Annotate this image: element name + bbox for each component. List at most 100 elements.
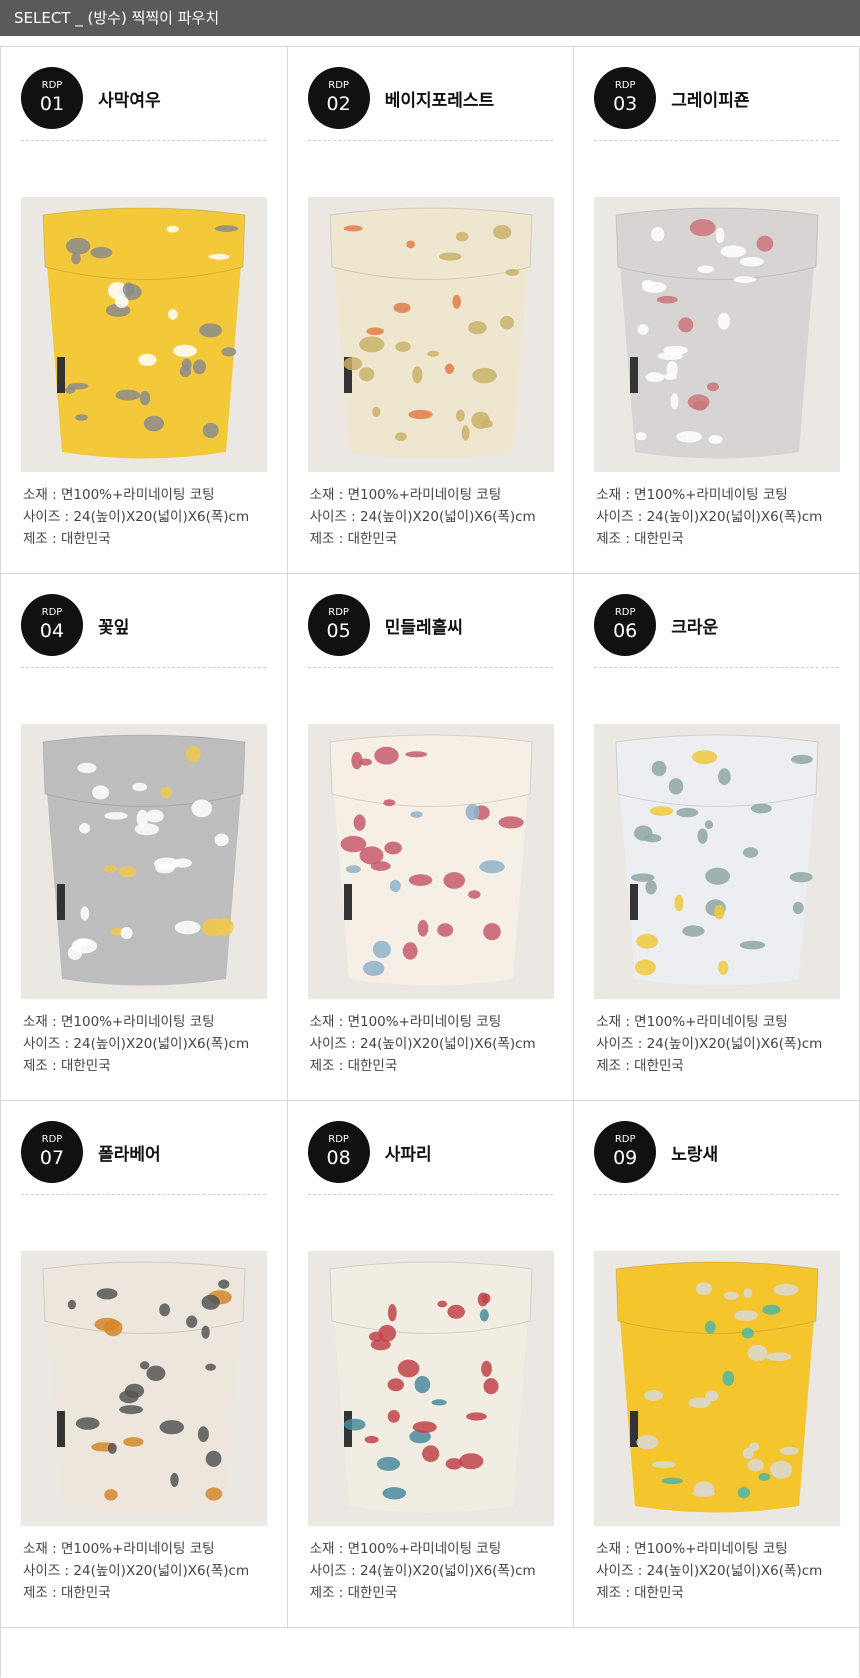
pattern-motif bbox=[365, 327, 384, 336]
product-heading: RDP 09 노랑새 bbox=[594, 1121, 840, 1183]
pattern-motif bbox=[104, 812, 128, 820]
pattern-motif bbox=[358, 367, 374, 382]
spec-origin: 제조 : 대한민국 bbox=[23, 531, 111, 547]
pattern-motif bbox=[664, 373, 677, 380]
pattern-motif bbox=[637, 324, 649, 335]
pattern-motif bbox=[205, 1363, 216, 1371]
pattern-motif bbox=[404, 751, 427, 758]
pattern-motif bbox=[387, 1378, 404, 1392]
spec-origin: 제조 : 대한민국 bbox=[596, 531, 684, 547]
product-photo[interactable] bbox=[21, 724, 267, 999]
pattern-motif bbox=[193, 359, 206, 375]
pattern-motif bbox=[689, 219, 716, 237]
pattern-motif bbox=[115, 389, 141, 401]
pattern-motif bbox=[705, 867, 731, 885]
pattern-motif bbox=[119, 1405, 143, 1415]
spec-material: 소재 : 면100%+라미네이팅 코팅 bbox=[309, 1014, 502, 1030]
pattern-motif bbox=[155, 863, 175, 874]
spec-material: 소재 : 면100%+라미네이팅 코팅 bbox=[596, 1014, 788, 1030]
pattern-motif bbox=[358, 336, 385, 353]
grid-footer-row bbox=[0, 1627, 860, 1677]
product-photo[interactable] bbox=[307, 197, 554, 472]
product-card[interactable]: RDP 03 그레이피죤 소재 : 면100%+라미네이팅 코팅 사이즈 : 2… bbox=[573, 47, 860, 573]
pattern-motif bbox=[64, 386, 76, 394]
product-name: 노랑새 bbox=[671, 1144, 719, 1165]
product-heading: RDP 02 베이지포레스트 bbox=[307, 67, 554, 129]
pattern-motif bbox=[387, 1304, 397, 1322]
pattern-motif bbox=[138, 353, 157, 366]
divider bbox=[594, 1194, 840, 1195]
pattern-motif bbox=[477, 1292, 488, 1307]
pattern-motif bbox=[394, 432, 407, 442]
pattern-motif bbox=[216, 917, 234, 936]
product-code-badge: RDP 01 bbox=[21, 67, 83, 129]
pattern-motif bbox=[743, 1447, 754, 1460]
pattern-motif bbox=[191, 799, 212, 818]
product-photo[interactable] bbox=[594, 197, 841, 472]
pouch-flap bbox=[329, 207, 533, 280]
divider bbox=[21, 1194, 266, 1195]
spec-size: 사이즈 : 24(높이)X20(넓이)X6(폭)cm bbox=[309, 1036, 536, 1052]
badge-number: 02 bbox=[326, 93, 351, 115]
pattern-motif bbox=[383, 841, 402, 855]
pattern-motif bbox=[739, 256, 764, 267]
product-heading: RDP 06 크라운 bbox=[594, 594, 840, 656]
pattern-motif bbox=[208, 253, 230, 260]
spec-size: 사이즈 : 24(높이)X20(넓이)X6(폭)cm bbox=[596, 1036, 823, 1052]
pattern-motif bbox=[498, 816, 524, 829]
product-card[interactable]: RDP 08 사파리 소재 : 면100%+라미네이팅 코팅 사이즈 : 24(… bbox=[286, 1101, 574, 1627]
product-photo[interactable] bbox=[594, 724, 841, 999]
product-card[interactable]: RDP 04 꽃잎 소재 : 면100%+라미네이팅 코팅 사이즈 : 24(높… bbox=[0, 574, 287, 1100]
product-photo[interactable] bbox=[21, 1251, 267, 1526]
pattern-motif bbox=[67, 1299, 76, 1310]
pattern-motif bbox=[480, 1360, 492, 1377]
pattern-motif bbox=[376, 1456, 400, 1471]
pattern-motif bbox=[417, 919, 428, 937]
pattern-motif bbox=[123, 1437, 144, 1447]
product-card[interactable]: RDP 07 폴라베어 소재 : 면100%+라미네이팅 코팅 사이즈 : 24… bbox=[0, 1101, 287, 1627]
product-card[interactable]: RDP 01 사막여우 소재 : 면100%+라미네이팅 코팅 사이즈 : 24… bbox=[0, 47, 287, 573]
product-row: RDP 01 사막여우 소재 : 면100%+라미네이팅 코팅 사이즈 : 24… bbox=[0, 46, 860, 573]
pattern-motif bbox=[758, 1472, 771, 1481]
pattern-motif bbox=[693, 1481, 715, 1497]
pattern-motif bbox=[482, 923, 501, 941]
pattern-motif bbox=[645, 372, 665, 383]
spec-origin: 제조 : 대한민국 bbox=[309, 1585, 398, 1601]
pattern-motif bbox=[362, 960, 384, 976]
pouch-tag bbox=[630, 357, 639, 393]
pattern-motif bbox=[438, 252, 462, 261]
product-card[interactable]: RDP 09 노랑새 소재 : 면100%+라미네이팅 코팅 사이즈 : 24(… bbox=[573, 1101, 860, 1627]
spec-origin: 제조 : 대한민국 bbox=[309, 531, 398, 547]
spec-size: 사이즈 : 24(높이)X20(넓이)X6(폭)cm bbox=[23, 509, 250, 525]
product-card[interactable]: RDP 02 베이지포레스트 소재 : 면100%+라미네이팅 코팅 사이즈 :… bbox=[286, 47, 574, 573]
pouch-tag bbox=[57, 357, 65, 393]
pouch-image bbox=[594, 724, 841, 999]
product-card[interactable]: RDP 05 민들레홀씨 소재 : 면100%+라미네이팅 코팅 사이즈 : 2… bbox=[286, 574, 574, 1100]
pouch-image bbox=[21, 197, 267, 472]
product-name: 사파리 bbox=[384, 1144, 432, 1165]
pattern-motif bbox=[747, 1458, 764, 1472]
product-photo[interactable] bbox=[307, 724, 554, 999]
pattern-motif bbox=[372, 940, 391, 959]
pattern-motif bbox=[734, 1310, 759, 1321]
pattern-motif bbox=[657, 352, 683, 360]
product-photo[interactable] bbox=[21, 197, 267, 472]
pattern-motif bbox=[370, 861, 391, 871]
pattern-motif bbox=[461, 425, 470, 441]
pattern-motif bbox=[393, 302, 411, 313]
pattern-motif bbox=[343, 225, 363, 232]
pattern-motif bbox=[90, 246, 113, 259]
pattern-motif bbox=[465, 1412, 487, 1421]
product-photo[interactable] bbox=[307, 1251, 554, 1526]
product-name: 꽃잎 bbox=[98, 617, 130, 638]
pattern-motif bbox=[697, 828, 708, 844]
pouch-tag bbox=[630, 884, 639, 920]
pattern-motif bbox=[122, 282, 135, 297]
product-photo[interactable] bbox=[594, 1251, 841, 1526]
pattern-motif bbox=[697, 265, 715, 274]
pattern-motif bbox=[104, 1489, 118, 1501]
pattern-motif bbox=[408, 874, 432, 886]
pattern-motif bbox=[455, 409, 465, 422]
pattern-motif bbox=[186, 1315, 198, 1328]
product-card[interactable]: RDP 06 크라운 소재 : 면100%+라미네이팅 코팅 사이즈 : 24(… bbox=[573, 574, 860, 1100]
